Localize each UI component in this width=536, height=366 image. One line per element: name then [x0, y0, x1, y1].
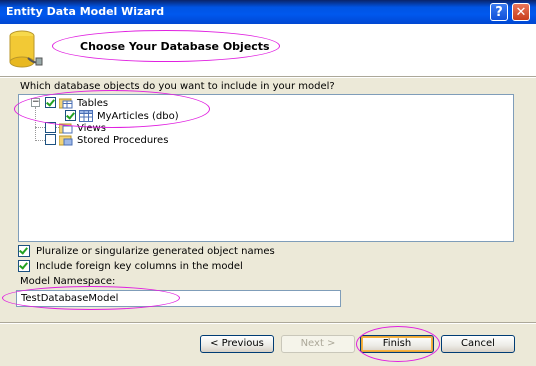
folder-table-icon [59, 98, 73, 109]
foreign-keys-checkbox[interactable] [18, 260, 30, 272]
window-title: Entity Data Model Wizard [6, 5, 165, 18]
pluralize-checkbox[interactable] [18, 245, 30, 257]
tree-connector [35, 107, 36, 141]
tree-item-myarticles[interactable]: MyArticles (dbo) [97, 110, 179, 124]
page-title: Choose Your Database Objects [80, 40, 270, 53]
tables-expander[interactable]: − [31, 98, 40, 107]
namespace-input[interactable] [16, 290, 341, 307]
close-button[interactable]: ✕ [512, 3, 530, 21]
header-divider [0, 76, 536, 78]
table-icon [79, 110, 93, 122]
objects-prompt: Which database objects do you want to in… [20, 81, 335, 92]
namespace-label: Model Namespace: [20, 276, 116, 287]
pluralize-option[interactable]: Pluralize or singularize generated objec… [18, 245, 275, 257]
previous-button[interactable]: < Previous [200, 335, 274, 353]
finish-button[interactable]: Finish [360, 335, 434, 353]
myarticles-checkbox[interactable] [65, 110, 76, 121]
title-bar: Entity Data Model Wizard ? ✕ [0, 0, 536, 24]
next-button[interactable]: Next > [281, 335, 355, 353]
database-icon [9, 30, 43, 68]
wizard-window: Entity Data Model Wizard ? ✕ Choose Your… [0, 0, 536, 366]
foreign-keys-option[interactable]: Include foreign key columns in the model [18, 260, 243, 272]
tree-item-tables[interactable]: Tables [77, 97, 108, 111]
views-checkbox[interactable] [45, 122, 56, 133]
foreign-keys-label: Include foreign key columns in the model [36, 261, 243, 272]
footer-divider [0, 322, 536, 324]
stored-procedures-checkbox[interactable] [45, 134, 56, 145]
pluralize-label: Pluralize or singularize generated objec… [36, 246, 275, 257]
help-button[interactable]: ? [490, 3, 508, 21]
tree-item-stored-procedures[interactable]: Stored Procedures [77, 134, 168, 148]
tables-checkbox[interactable] [45, 97, 56, 108]
database-objects-tree[interactable]: − Tables MyArticles (dbo) Views Stored P… [18, 94, 514, 242]
cancel-button[interactable]: Cancel [441, 335, 515, 353]
folder-proc-icon [59, 135, 73, 146]
wizard-header: Choose Your Database Objects [0, 24, 536, 76]
folder-view-icon [59, 123, 73, 134]
